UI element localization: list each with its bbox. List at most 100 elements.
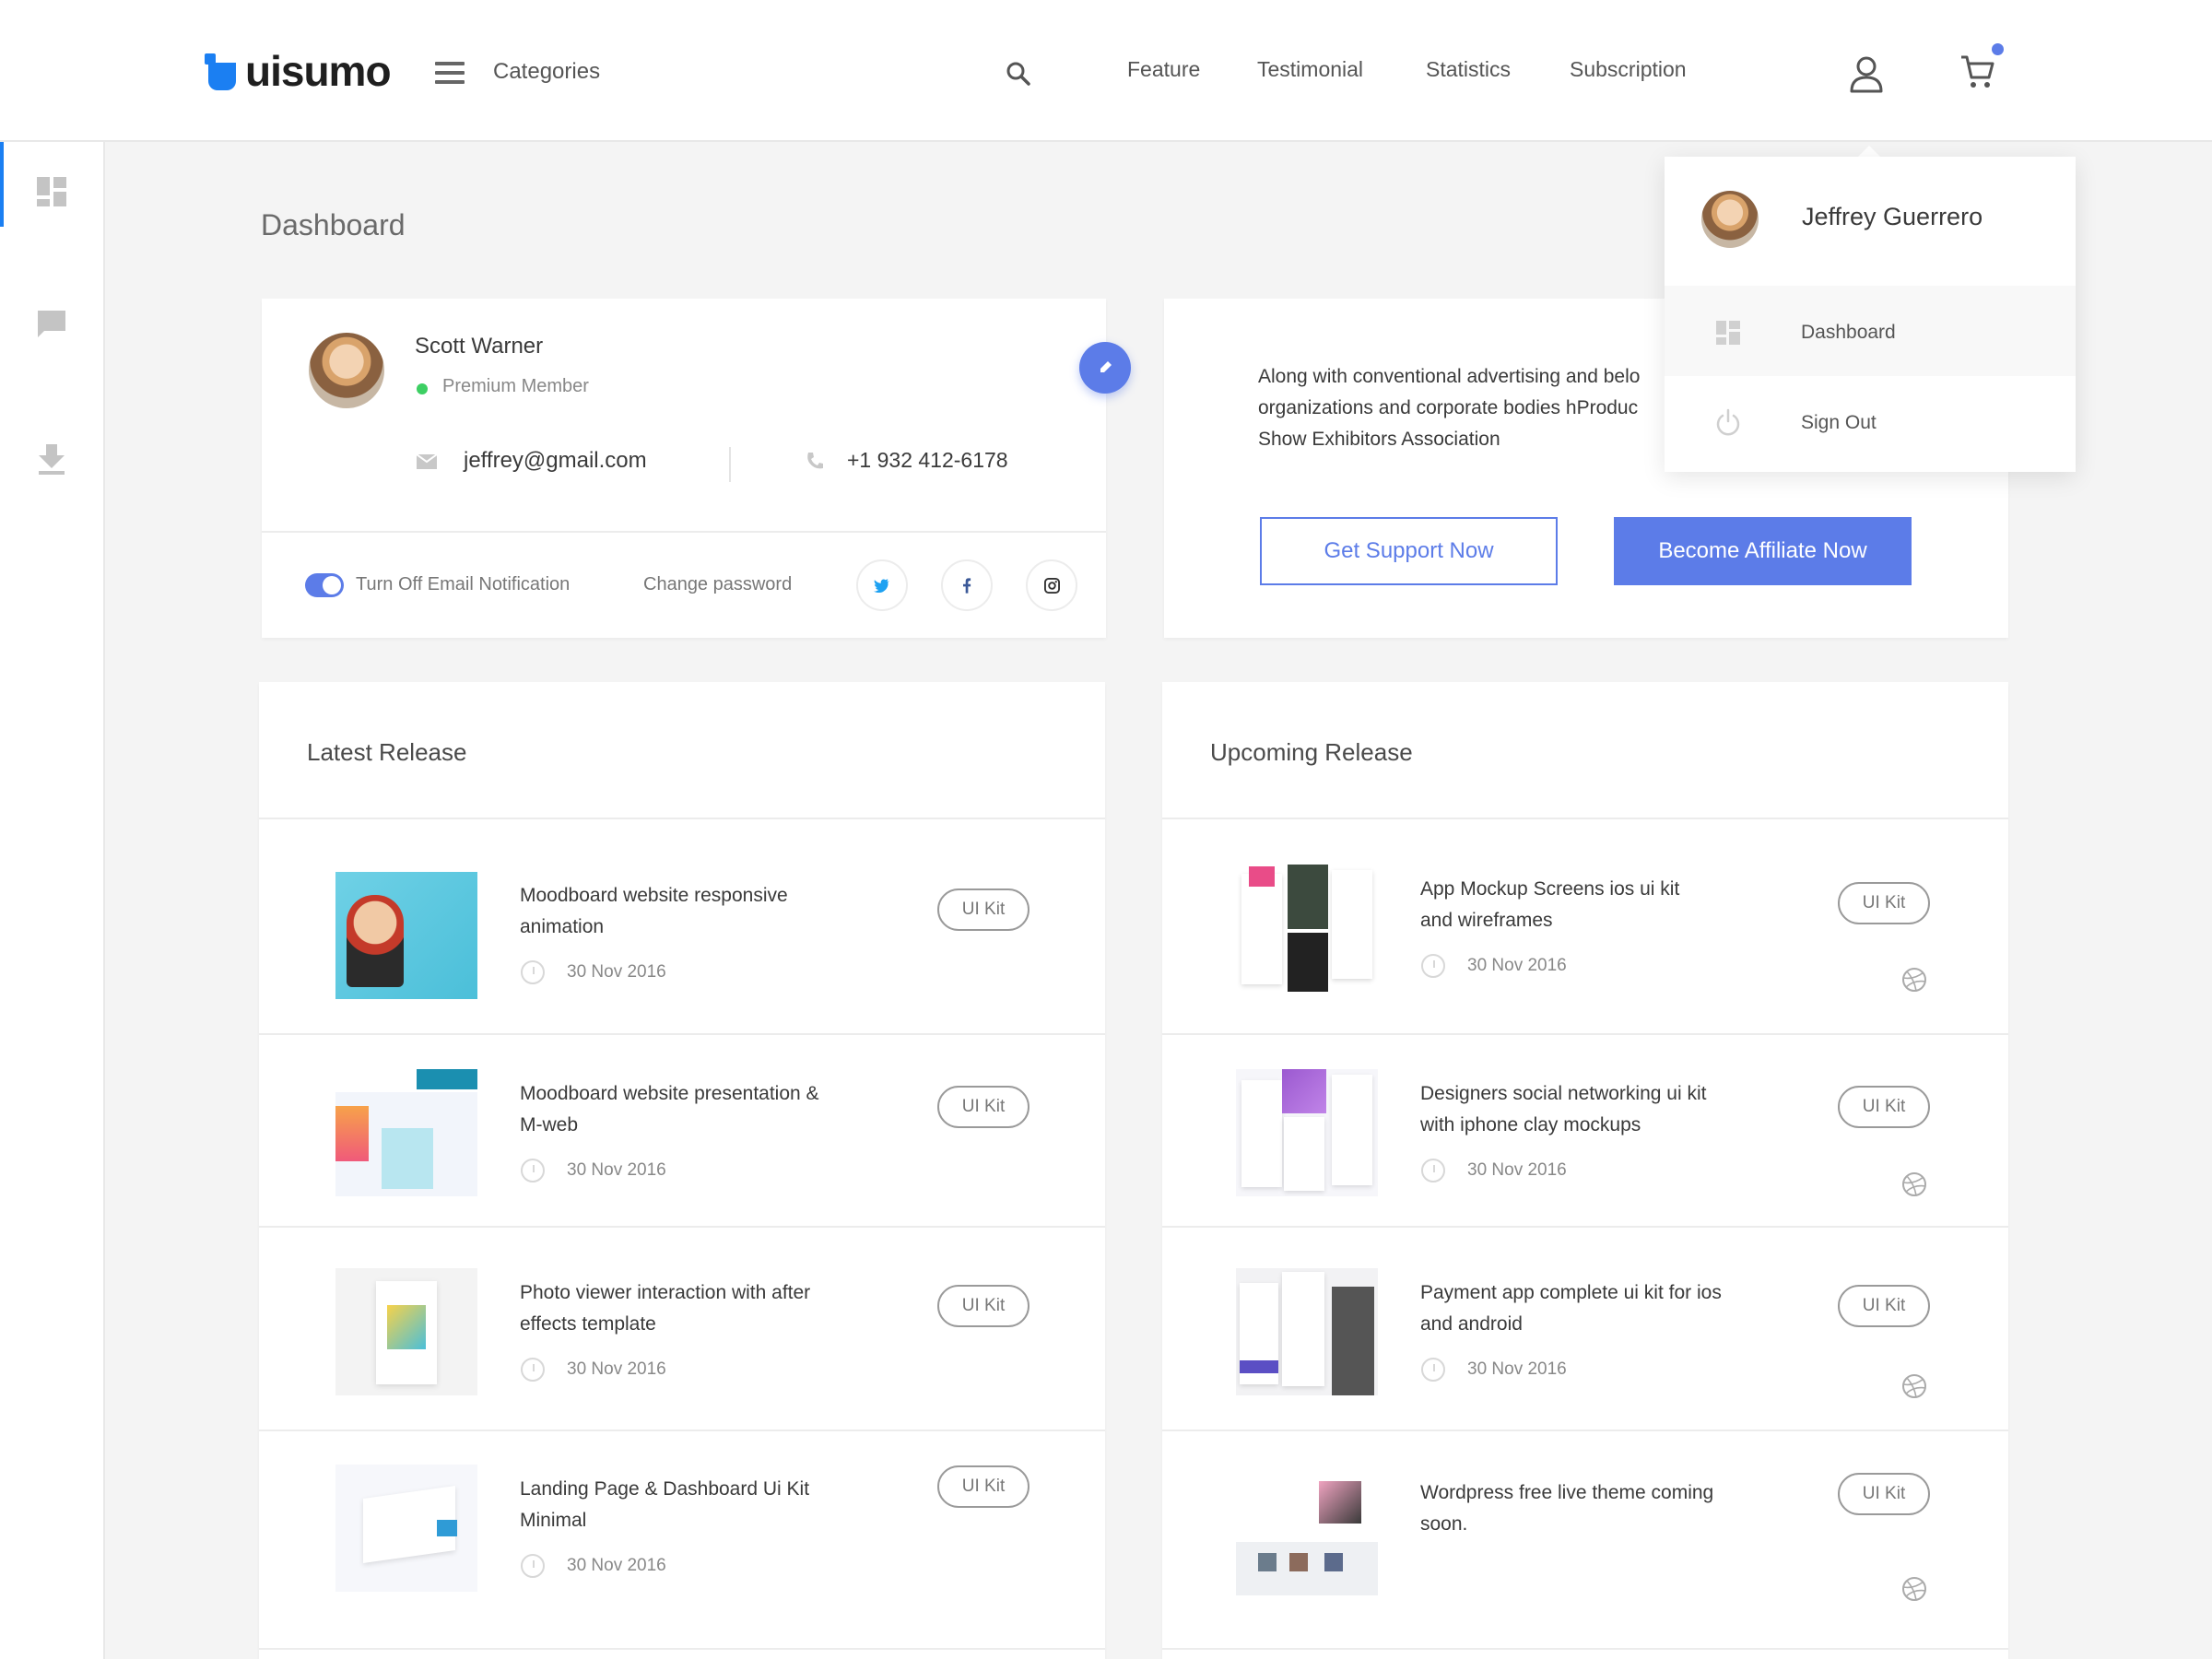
item-title-line: Photo viewer interaction with after — [520, 1282, 811, 1303]
menu-icon[interactable] — [435, 62, 465, 84]
dropdown-avatar — [1701, 191, 1759, 248]
promo-line: Show Exhibitors Association — [1258, 429, 1500, 450]
profile-phone[interactable]: +1 932 412-6178 — [847, 448, 1008, 473]
pencil-icon — [1100, 361, 1112, 372]
categories-link[interactable]: Categories — [493, 59, 600, 85]
row-divider — [1162, 1648, 2008, 1650]
profile-email[interactable]: jeffrey@gmail.com — [464, 448, 647, 474]
item-date: 30 Nov 2016 — [567, 1160, 666, 1180]
left-sidebar — [0, 142, 105, 1659]
ui-kit-tag[interactable]: UI Kit — [1838, 1473, 1930, 1515]
item-thumbnail[interactable] — [1236, 865, 1378, 992]
chat-icon[interactable] — [35, 308, 68, 341]
clock-icon — [1421, 1159, 1445, 1182]
nav-feature[interactable]: Feature — [1127, 57, 1200, 82]
brand-logo[interactable]: uisumo — [205, 46, 392, 96]
item-title-line: App Mockup Screens ios ui kit — [1420, 878, 1680, 900]
item-title-line: Designers social networking ui kit — [1420, 1083, 1707, 1104]
facebook-icon — [962, 577, 971, 594]
item-title[interactable]: Landing Page & Dashboard Ui Kit Minimal — [520, 1474, 888, 1536]
download-icon[interactable] — [35, 442, 68, 476]
avatar — [309, 333, 384, 408]
ui-kit-tag[interactable]: UI Kit — [937, 1086, 1030, 1128]
item-thumbnail[interactable] — [1236, 1069, 1378, 1196]
item-title[interactable]: Moodboard website presentation & M-web — [520, 1078, 888, 1141]
edit-profile-button[interactable] — [1079, 342, 1131, 394]
item-title-line: animation — [520, 916, 605, 937]
get-support-button[interactable]: Get Support Now — [1260, 517, 1558, 585]
promo-line: Along with conventional advertising and … — [1258, 366, 1641, 387]
cart-icon[interactable] — [1959, 53, 1996, 90]
item-title-line: M-web — [520, 1114, 579, 1135]
profile-card-divider — [262, 531, 1106, 533]
item-date: 30 Nov 2016 — [567, 1556, 666, 1575]
become-affiliate-button[interactable]: Become Affiliate Now — [1614, 517, 1912, 585]
cart-badge — [1992, 43, 2004, 55]
instagram-icon — [1043, 577, 1060, 594]
twitter-button[interactable] — [856, 559, 908, 611]
item-thumbnail[interactable] — [1236, 1468, 1378, 1595]
dashboard-icon — [1716, 321, 1740, 345]
phone-icon — [807, 453, 823, 469]
item-thumbnail[interactable] — [335, 1069, 477, 1196]
row-divider — [259, 1226, 1105, 1228]
item-title-line: Moodboard website responsive — [520, 885, 788, 906]
ui-kit-tag[interactable]: UI Kit — [1838, 1285, 1930, 1327]
item-title[interactable]: Photo viewer interaction with after effec… — [520, 1277, 888, 1340]
row-divider — [259, 1648, 1105, 1650]
nav-statistics[interactable]: Statistics — [1426, 57, 1511, 82]
ui-kit-tag[interactable]: UI Kit — [937, 1465, 1030, 1508]
clock-icon — [521, 1554, 545, 1578]
facebook-button[interactable] — [941, 559, 993, 611]
item-title-line: soon. — [1420, 1513, 1468, 1535]
dribbble-icon[interactable] — [1901, 967, 1927, 993]
latest-release-title: Latest Release — [307, 738, 467, 766]
clock-icon — [521, 960, 545, 984]
item-title[interactable]: Moodboard website responsive animation — [520, 880, 888, 943]
item-thumbnail[interactable] — [335, 1268, 477, 1395]
promo-text: Along with conventional advertising and … — [1258, 361, 1682, 455]
item-title[interactable]: Payment app complete ui kit for ios and a… — [1420, 1277, 1789, 1340]
ui-kit-tag[interactable]: UI Kit — [937, 1285, 1030, 1327]
item-thumbnail[interactable] — [1236, 1268, 1378, 1395]
user-icon[interactable] — [1849, 55, 1884, 94]
item-title-line: Moodboard website presentation & — [520, 1083, 819, 1104]
item-date: 30 Nov 2016 — [1467, 1160, 1567, 1180]
logo-mark-icon — [205, 53, 236, 90]
row-divider — [259, 1033, 1105, 1035]
item-title-line: Payment app complete ui kit for ios — [1420, 1282, 1722, 1303]
dribbble-icon[interactable] — [1901, 1576, 1927, 1602]
search-icon[interactable] — [1006, 61, 1031, 87]
item-title[interactable]: App Mockup Screens ios ui kit and wirefra… — [1420, 874, 1789, 936]
ui-kit-tag[interactable]: UI Kit — [937, 888, 1030, 931]
email-notification-toggle[interactable] — [305, 573, 344, 597]
contact-divider — [729, 447, 731, 482]
sidebar-active-indicator — [0, 142, 4, 227]
item-title-line: Wordpress free live theme coming — [1420, 1482, 1714, 1503]
twitter-icon — [874, 578, 890, 593]
clock-icon — [1421, 954, 1445, 978]
instagram-button[interactable] — [1026, 559, 1077, 611]
profile-name: Scott Warner — [415, 334, 544, 359]
row-divider — [259, 1430, 1105, 1431]
dropdown-label-dashboard: Dashboard — [1801, 322, 1896, 343]
dribbble-icon[interactable] — [1901, 1373, 1927, 1399]
item-title[interactable]: Designers social networking ui kit with i… — [1420, 1078, 1789, 1141]
item-thumbnail[interactable] — [335, 872, 477, 999]
item-date: 30 Nov 2016 — [1467, 1359, 1567, 1379]
nav-subscription[interactable]: Subscription — [1570, 57, 1687, 82]
dribbble-icon[interactable] — [1901, 1171, 1927, 1197]
ui-kit-tag[interactable]: UI Kit — [1838, 882, 1930, 924]
change-password-link[interactable]: Change password — [643, 574, 792, 595]
nav-testimonial[interactable]: Testimonial — [1257, 57, 1363, 82]
clock-icon — [521, 1159, 545, 1182]
item-title-line: and android — [1420, 1313, 1523, 1335]
row-divider — [1162, 1226, 2008, 1228]
row-divider — [1162, 1033, 2008, 1035]
online-status-dot — [417, 383, 428, 394]
dashboard-icon[interactable] — [35, 175, 68, 208]
ui-kit-tag[interactable]: UI Kit — [1838, 1086, 1930, 1128]
promo-line: organizations and corporate bodies hProd… — [1258, 397, 1639, 418]
item-thumbnail[interactable] — [335, 1465, 477, 1592]
item-title[interactable]: Wordpress free live theme coming soon. — [1420, 1477, 1789, 1540]
